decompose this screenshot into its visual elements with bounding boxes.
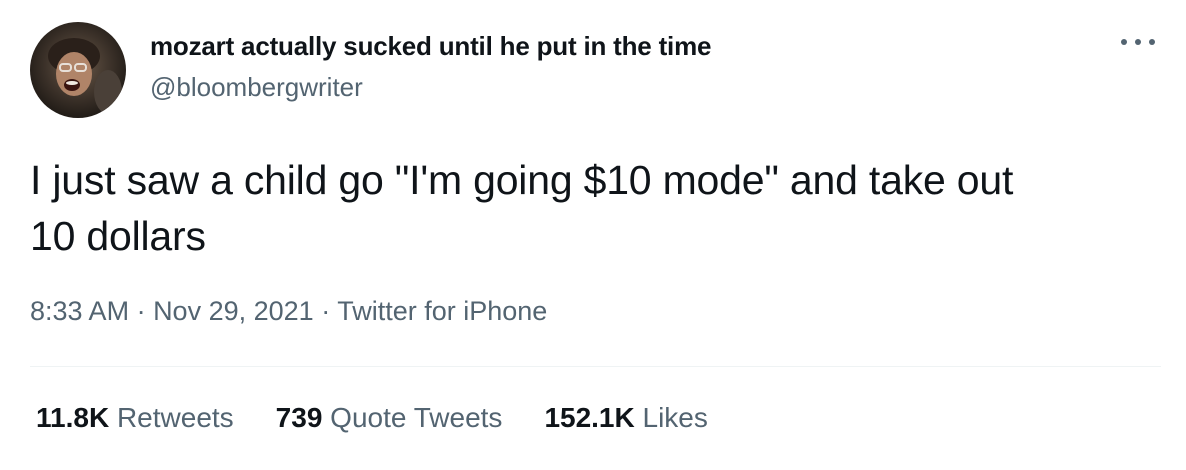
tweet-text-line: 10 dollars: [30, 213, 206, 259]
tweet-stats: 11.8K Retweets 739 Quote Tweets 152.1K L…: [36, 402, 708, 434]
quote-tweets-label: Quote Tweets: [330, 402, 503, 433]
quote-tweets-stat[interactable]: 739 Quote Tweets: [276, 402, 503, 434]
tweet-card: mozart actually sucked until he put in t…: [0, 0, 1186, 470]
meta-separator: ·: [313, 296, 338, 326]
more-options-button[interactable]: [1116, 30, 1160, 54]
likes-label: Likes: [642, 402, 708, 433]
divider: [30, 366, 1161, 367]
likes-stat[interactable]: 152.1K Likes: [544, 402, 707, 434]
author-handle[interactable]: @bloombergwriter: [150, 72, 363, 103]
likes-count: 152.1K: [544, 402, 635, 433]
retweets-stat[interactable]: 11.8K Retweets: [36, 402, 234, 434]
tweet-source-link[interactable]: Twitter for iPhone: [337, 296, 547, 326]
tweet-meta: 8:33 AM · Nov 29, 2021 · Twitter for iPh…: [30, 296, 547, 327]
avatar-image: [30, 22, 126, 118]
retweets-count: 11.8K: [36, 402, 110, 433]
tweet-time-link[interactable]: 8:33 AM: [30, 296, 129, 326]
retweets-label: Retweets: [116, 402, 234, 433]
meta-separator: ·: [129, 296, 154, 326]
more-horizontal-icon: [1121, 39, 1155, 45]
tweet-text-line: I just saw a child go "I'm going $10 mod…: [30, 157, 1014, 203]
tweet-date-link[interactable]: Nov 29, 2021: [153, 296, 314, 326]
tweet-text: I just saw a child go "I'm going $10 mod…: [30, 152, 1160, 264]
avatar[interactable]: [30, 22, 126, 118]
quote-tweets-count: 739: [275, 402, 323, 433]
author-display-name[interactable]: mozart actually sucked until he put in t…: [150, 31, 711, 62]
